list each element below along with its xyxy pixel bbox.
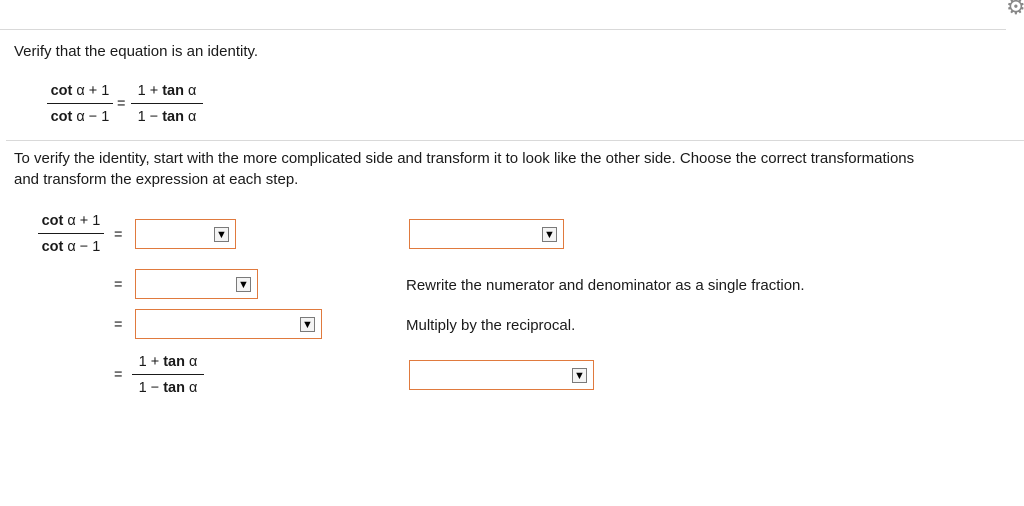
section-divider: [6, 140, 1024, 141]
step2-reason: Rewrite the numerator and denominator as…: [406, 277, 805, 294]
equation-right-denominator: 1 − tan α: [137, 109, 197, 125]
end-expression-fraction: 1 + tan α 1 − tan α: [132, 353, 204, 397]
equals-sign: =: [114, 277, 123, 293]
step2-expression-dropdown[interactable]: ▼: [135, 269, 258, 299]
equation-left-denominator: cot α − 1: [50, 109, 110, 125]
step3-expression-dropdown[interactable]: ▼: [135, 309, 322, 339]
step1-expression-dropdown[interactable]: ▼: [135, 219, 236, 249]
dropdown-arrow-icon[interactable]: ▼: [300, 317, 315, 332]
dropdown-arrow-icon[interactable]: ▼: [542, 227, 557, 242]
equation-right-fraction: 1 + tan α 1 − tan α: [131, 82, 203, 126]
dropdown-arrow-icon[interactable]: ▼: [214, 227, 229, 242]
equation-left-numerator: cot α + 1: [50, 83, 110, 99]
instructions-line-1: To verify the identity, start with the m…: [14, 150, 915, 167]
equals-sign: =: [117, 96, 126, 112]
end-numerator: 1 + tan α: [138, 354, 198, 370]
equals-sign: =: [114, 227, 123, 243]
dropdown-arrow-icon[interactable]: ▼: [236, 277, 251, 292]
step3-reason: Multiply by the reciprocal.: [406, 317, 576, 334]
step4-reason-dropdown[interactable]: ▼: [409, 360, 594, 390]
start-numerator: cot α + 1: [41, 213, 101, 229]
equals-sign: =: [114, 317, 123, 333]
end-denominator: 1 − tan α: [138, 380, 198, 396]
instructions-line-2: and transform the expression at each ste…: [14, 171, 299, 188]
equation-right-numerator: 1 + tan α: [137, 83, 197, 99]
top-divider: [0, 29, 1006, 30]
step1-reason-dropdown[interactable]: ▼: [409, 219, 564, 249]
problem-prompt: Verify that the equation is an identity.: [14, 43, 259, 60]
gear-icon[interactable]: ⚙: [1006, 0, 1024, 18]
dropdown-arrow-icon[interactable]: ▼: [572, 368, 587, 383]
start-denominator: cot α − 1: [41, 239, 101, 255]
equation-left-fraction: cot α + 1 cot α − 1: [47, 82, 113, 126]
start-expression-fraction: cot α + 1 cot α − 1: [38, 212, 104, 256]
equals-sign: =: [114, 367, 123, 383]
